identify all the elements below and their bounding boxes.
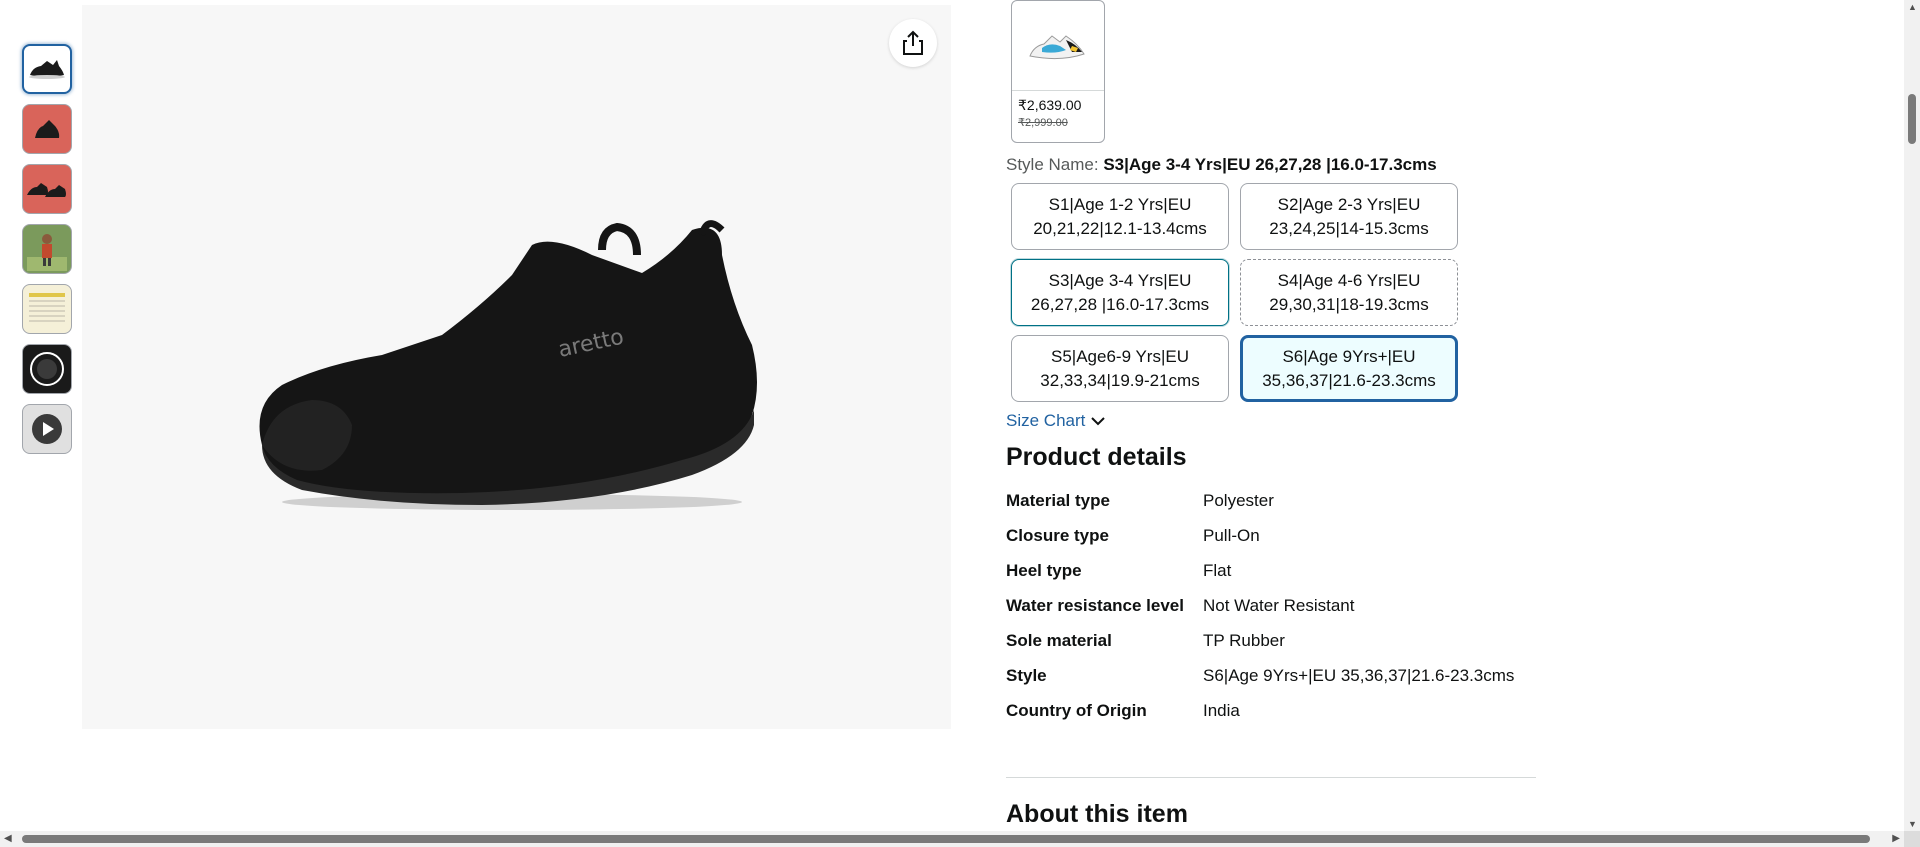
size-chart-label: Size Chart (1006, 411, 1086, 430)
detail-key: Water resistance level (1006, 596, 1184, 615)
detail-row: Country of Origin India (1006, 698, 1536, 723)
size-option-line1: S4|Age 4-6 Yrs|EU (1277, 270, 1421, 290)
size-chart-link[interactable]: Size Chart (1006, 411, 1106, 431)
size-option-line2: 23,24,25|14-15.3cms (1269, 218, 1429, 238)
color-swatch[interactable]: ₹2,639.00 ₹2,999.00 (1011, 0, 1105, 143)
size-option-s2[interactable]: S2|Age 2-3 Yrs|EU 23,24,25|14-15.3cms (1240, 183, 1458, 250)
size-option-line2: 32,33,34|19.9-21cms (1040, 370, 1200, 390)
scroll-right-arrow-icon[interactable]: ▶ (1892, 833, 1900, 844)
swatch-price: ₹2,639.00 (1018, 97, 1082, 113)
vertical-scrollbar[interactable]: ▲ ▼ (1904, 0, 1920, 831)
detail-key: Sole material (1006, 631, 1112, 650)
thumb-shoe-red-2[interactable] (22, 164, 72, 214)
thumb-shoe-black[interactable] (22, 44, 72, 94)
swatch-mrp: ₹2,999.00 (1018, 117, 1068, 129)
detail-key: Closure type (1006, 526, 1109, 545)
thumb-child-outdoor[interactable] (22, 224, 72, 274)
vertical-scroll-thumb[interactable] (1908, 94, 1916, 144)
thumb-video[interactable] (22, 404, 72, 454)
scroll-up-arrow-icon[interactable]: ▲ (1908, 2, 1917, 12)
detail-key: Material type (1006, 491, 1110, 510)
thumb-shoe-red-1[interactable] (22, 104, 72, 154)
style-name-value: S3|Age 3-4 Yrs|EU 26,27,28 |16.0-17.3cms (1103, 155, 1437, 174)
chevron-down-icon (1091, 417, 1106, 426)
size-option-line2: 26,27,28 |16.0-17.3cms (1030, 294, 1210, 314)
shoe-image: aretto (259, 220, 757, 510)
thumbnail-list (22, 44, 74, 464)
thumb-size-chart[interactable] (22, 284, 72, 334)
product-details-heading: Product details (1006, 443, 1187, 471)
detail-value: Pull-On (1203, 526, 1260, 545)
size-option-s3[interactable]: S3|Age 3-4 Yrs|EU 26,27,28 |16.0-17.3cms (1011, 259, 1229, 326)
detail-row: Style S6|Age 9Yrs+|EU 35,36,37|21.6-23.3… (1006, 663, 1536, 688)
horizontal-scroll-thumb[interactable] (22, 835, 1870, 843)
detail-key: Style (1006, 666, 1047, 685)
detail-row: Material type Polyester (1006, 488, 1536, 513)
size-options: S1|Age 1-2 Yrs|EU 20,21,22|12.1-13.4cms … (1011, 183, 1459, 402)
size-option-s6[interactable]: S6|Age 9Yrs+|EU 35,36,37|21.6-23.3cms (1240, 335, 1458, 402)
scroll-down-arrow-icon[interactable]: ▼ (1908, 819, 1917, 829)
detail-value: Flat (1203, 561, 1232, 580)
detail-row: Heel type Flat (1006, 558, 1536, 583)
horizontal-scrollbar[interactable]: ◀ ▶ (0, 831, 1904, 847)
style-name-label: Style Name: (1006, 155, 1104, 174)
detail-value: S6|Age 9Yrs+|EU 35,36,37|21.6-23.3cms (1203, 666, 1515, 685)
detail-key: Country of Origin (1006, 701, 1147, 720)
size-option-line1: S2|Age 2-3 Yrs|EU (1277, 194, 1421, 214)
scroll-left-arrow-icon[interactable]: ◀ (4, 833, 12, 844)
scrollbar-corner (1904, 831, 1920, 847)
detail-value: TP Rubber (1203, 631, 1285, 650)
detail-row: Water resistance level Not Water Resista… (1006, 593, 1536, 618)
swatch-image (1012, 1, 1104, 91)
thumb-feature-badge[interactable] (22, 344, 72, 394)
style-name: Style Name: S3|Age 3-4 Yrs|EU 26,27,28 |… (1006, 155, 1437, 175)
size-option-s5[interactable]: S5|Age6-9 Yrs|EU 32,33,34|19.9-21cms (1011, 335, 1229, 402)
detail-row: Sole material TP Rubber (1006, 628, 1536, 653)
detail-value: India (1203, 701, 1240, 720)
about-item-heading: About this item (1006, 800, 1188, 828)
main-product-image[interactable]: aretto (82, 5, 951, 729)
detail-value: Not Water Resistant (1203, 596, 1355, 615)
detail-key: Heel type (1006, 561, 1082, 580)
size-option-line1: S5|Age6-9 Yrs|EU (1051, 346, 1189, 366)
section-divider (1006, 777, 1536, 778)
size-option-line2: 35,36,37|21.6-23.3cms (1262, 370, 1436, 390)
product-details-table: Material type Polyester Closure type Pul… (1006, 488, 1536, 733)
size-option-s4[interactable]: S4|Age 4-6 Yrs|EU 29,30,31|18-19.3cms (1240, 259, 1458, 326)
detail-value: Polyester (1203, 491, 1274, 510)
size-option-line1: S6|Age 9Yrs+|EU (1282, 346, 1416, 366)
size-option-line1: S3|Age 3-4 Yrs|EU (1048, 270, 1192, 290)
size-option-line1: S1|Age 1-2 Yrs|EU (1048, 194, 1192, 214)
size-option-s1[interactable]: S1|Age 1-2 Yrs|EU 20,21,22|12.1-13.4cms (1011, 183, 1229, 250)
detail-row: Closure type Pull-On (1006, 523, 1536, 548)
size-option-line2: 20,21,22|12.1-13.4cms (1033, 218, 1207, 238)
size-option-line2: 29,30,31|18-19.3cms (1269, 294, 1429, 314)
